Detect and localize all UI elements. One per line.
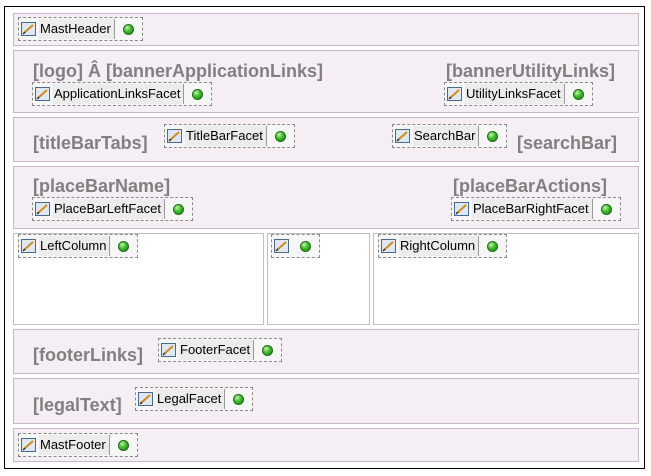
middle-column-facet[interactable] [271, 234, 320, 258]
facet-label: LeftColumn [39, 236, 111, 256]
facet-edit-icon [447, 87, 462, 101]
application-links-facet[interactable]: ApplicationLinksFacet [32, 82, 213, 106]
green-dot-icon[interactable] [122, 23, 134, 35]
facet-edit-icon [454, 202, 469, 216]
facet-label: FooterFacet [179, 340, 255, 360]
green-dot-icon[interactable] [487, 130, 499, 142]
facet-edit-icon [167, 129, 182, 143]
green-dot-icon[interactable] [300, 240, 311, 252]
facet-label: MastFooter [39, 435, 110, 455]
search-bar-placeholder: [searchBar] [517, 133, 618, 153]
green-dot-icon[interactable] [274, 130, 286, 142]
search-bar-facet[interactable]: SearchBar [392, 124, 508, 148]
facet-edit-icon [35, 202, 50, 216]
place-bar-left-facet[interactable]: PlaceBarLeftFacet [32, 197, 193, 221]
right-column-facet[interactable]: RightColumn [378, 234, 508, 258]
facet-edit-icon [21, 22, 36, 36]
title-bar-facet[interactable]: TitleBarFacet [164, 124, 295, 148]
facet-label: PlaceBarRightFacet [472, 199, 593, 219]
green-dot-icon[interactable] [572, 88, 584, 100]
facet-edit-icon [35, 87, 50, 101]
facet-label: UtilityLinksFacet [465, 84, 565, 104]
green-dot-icon[interactable] [262, 344, 274, 356]
banner-left-placeholder: [logo] Â [bannerApplicationLinks] [33, 61, 323, 81]
facet-edit-icon [395, 129, 410, 143]
facet-edit-icon [161, 343, 176, 357]
facet-edit-icon [21, 239, 36, 253]
title-bar-tabs-placeholder: [titleBarTabs] [33, 133, 148, 153]
green-dot-icon[interactable] [117, 439, 129, 451]
green-dot-icon[interactable] [600, 203, 612, 215]
facet-label: LegalFacet [156, 389, 226, 409]
facet-edit-icon [381, 239, 396, 253]
legal-text-placeholder: [legalText] [33, 395, 122, 415]
facet-edit-icon [138, 392, 153, 406]
facet-label: SearchBar [413, 126, 480, 146]
green-dot-icon[interactable] [487, 240, 499, 252]
footer-facet[interactable]: FooterFacet [158, 338, 283, 362]
left-column-facet[interactable]: LeftColumn [18, 234, 139, 258]
place-bar-actions-placeholder: [placeBarActions] [453, 176, 608, 196]
place-bar-name-placeholder: [placeBarName] [33, 176, 171, 196]
facet-label: PlaceBarLeftFacet [53, 199, 165, 219]
legal-facet[interactable]: LegalFacet [135, 387, 254, 411]
facet-label: RightColumn [399, 236, 480, 256]
green-dot-icon[interactable] [172, 203, 184, 215]
facet-label: ApplicationLinksFacet [53, 84, 185, 104]
mast-footer-facet[interactable]: MastFooter [18, 433, 138, 457]
banner-utility-placeholder: [bannerUtilityLinks] [446, 61, 616, 81]
green-dot-icon[interactable] [192, 88, 204, 100]
place-bar-right-facet[interactable]: PlaceBarRightFacet [451, 197, 621, 221]
footer-links-placeholder: [footerLinks] [33, 345, 143, 365]
utility-links-facet[interactable]: UtilityLinksFacet [444, 82, 593, 106]
facet-label: TitleBarFacet [185, 126, 267, 146]
green-dot-icon[interactable] [233, 393, 245, 405]
green-dot-icon[interactable] [118, 240, 130, 252]
mast-header-facet[interactable]: MastHeader [18, 17, 143, 41]
facet-label: MastHeader [39, 19, 115, 39]
facet-edit-icon [21, 438, 36, 452]
facet-edit-icon [274, 239, 289, 253]
